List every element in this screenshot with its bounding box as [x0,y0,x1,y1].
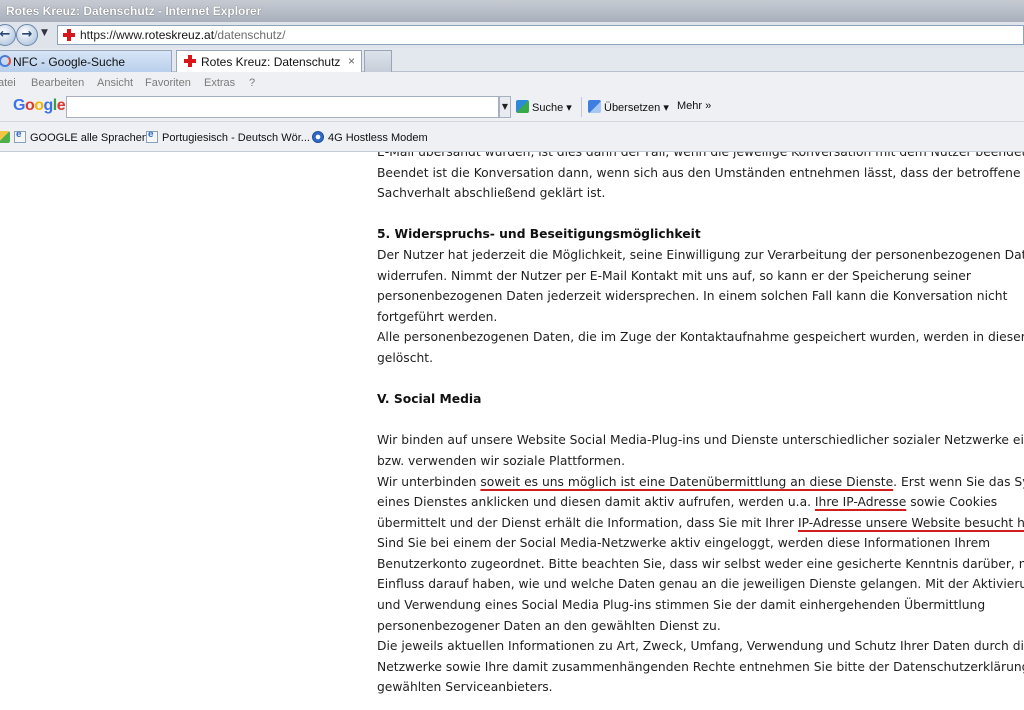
favorite-label: Portugiesisch - Deutsch Wör... [162,132,310,144]
red-underline-annotation: Ihre IP-Adresse [814,495,907,510]
history-dropdown-icon[interactable]: ▼ [41,28,48,38]
section-heading-social-media: V. Social Media [377,392,482,407]
menu-bar: atei Bearbeiten Ansicht Favoriten Extras… [0,72,1024,94]
forward-button[interactable]: → [16,24,38,46]
ie-page-icon [14,129,26,143]
red-underline-annotation: IP-Adresse unsere Website besucht haben. [797,515,1024,530]
tab-rotes-kreuz[interactable]: Rotes Kreuz: Datenschutz × [176,50,362,72]
privacy-article: E-Mail übersandt wurden, ist dies dann d… [377,142,1024,698]
section-heading-5: 5. Widerspruchs- und Beseitigungsmöglich… [377,227,701,242]
text-line-annotated: eines Dienstes anklicken und diesen dami… [377,492,1007,513]
google-search-icon [516,100,529,113]
text-line: Der Nutzer hat jederzeit die Möglichkeit… [377,247,1024,262]
translate-icon [588,100,601,113]
favorites-bar: GOOGLE alle Sprachen Portugiesisch - Deu… [0,122,1024,152]
suche-button[interactable]: Suche ▾ [516,100,572,114]
tab-google-search[interactable]: NFC - Google-Suche [0,50,172,72]
navigation-bar: ← → ▼ https://www.roteskreuz.at/datensch… [0,22,1024,48]
google-favicon-icon [0,55,11,67]
favorite-link[interactable]: GOOGLE alle Sprachen [14,129,149,144]
menu-item-favoriten[interactable]: Favoriten [145,77,191,89]
text-fragment: . Erst wenn Sie das Symbol [893,474,1024,489]
menu-item-ansicht[interactable]: Ansicht [97,77,133,89]
text-line: Einfluss darauf haben, wie und welche Da… [377,577,1024,592]
text-line: Beendet ist die Konversation dann, wenn … [377,165,1021,180]
text-line: personenbezogener Daten an den gewählten… [377,618,721,633]
favorite-label: 4G Hostless Modem [328,132,428,144]
tab-label: NFC - Google-Suche [13,55,126,69]
text-line-annotated: übermittelt und der Dienst erhält die In… [377,513,1024,534]
favorite-link[interactable]: 4G Hostless Modem [312,131,428,144]
text-line-annotated: Wir unterbinden soweit es uns möglich is… [377,472,1024,493]
chevron-down-icon[interactable]: ▼ [499,96,511,118]
toolbar-separator [581,97,582,117]
more-button[interactable]: Mehr » [677,100,711,112]
address-bar[interactable]: https://www.roteskreuz.at/datenschutz/ [57,25,1024,45]
favorite-label: GOOGLE alle Sprachen [30,132,149,144]
menu-item-help[interactable]: ? [249,77,255,89]
text-line: und Verwendung eines Social Media Plug-i… [377,598,986,613]
translate-label: Übersetzen [604,102,661,114]
red-cross-favicon-icon [62,28,76,42]
text-line: Alle personenbezogenen Daten, die im Zug… [377,330,1024,345]
text-line: Benutzerkonto zugeordnet. Bitte beachten… [377,556,1024,571]
browser-chrome: Rotes Kreuz: Datenschutz - Internet Expl… [0,0,1024,152]
tab-bar: NFC - Google-Suche Rotes Kreuz: Datensch… [0,48,1024,72]
text-line: Sind Sie bei einem der Social Media-Netz… [377,536,991,551]
red-cross-favicon-icon [183,54,197,68]
window-title: Rotes Kreuz: Datenschutz - Internet Expl… [0,0,1024,22]
close-icon[interactable]: × [348,54,355,68]
text-fragment: sowie Cookies [906,495,998,510]
translate-button[interactable]: Übersetzen ▾ [588,100,669,114]
text-line: Wir binden auf unsere Website Social Med… [377,433,1024,448]
text-line: bzw. verwenden wir soziale Plattformen. [377,453,626,468]
text-line: widerrufen. Nimmt der Nutzer per E-Mail … [377,268,971,283]
url-scheme: https://www. [80,28,145,42]
google-search-input[interactable] [66,96,499,118]
text-line: personenbezogenen Daten jederzeit widers… [377,289,1008,304]
text-fragment: eines Dienstes anklicken und diesen dami… [377,495,815,510]
url-path: /datenschutz/ [214,28,286,42]
text-fragment: übermittelt und der Dienst erhält die In… [377,515,798,530]
new-tab-button[interactable] [364,50,392,72]
text-line: Netzwerke sowie Ihre damit zusammenhänge… [377,659,1024,674]
text-line: fortgeführt werden. [377,309,498,324]
modem-icon [312,131,324,143]
add-favorite-icon[interactable] [0,131,10,143]
text-line: Die jeweils aktuellen Informationen zu A… [377,639,1024,654]
url-host: roteskreuz.at [144,28,215,42]
text-fragment: Wir unterbinden [377,474,481,489]
google-logo: Google [13,97,66,114]
text-line: gewählten Serviceanbieters. [377,680,553,695]
suche-label: Suche [532,102,564,114]
favorite-link[interactable]: Portugiesisch - Deutsch Wör... [146,129,310,144]
menu-item-bearbeiten[interactable]: Bearbeiten [31,77,84,89]
google-toolbar: Google ▼ Suche ▾ Übersetzen ▾ Mehr » [0,94,1024,122]
text-line: gelöscht. [377,350,434,365]
ie-page-icon [146,129,158,143]
tab-label: Rotes Kreuz: Datenschutz [201,55,341,69]
back-button[interactable]: ← [0,24,16,46]
menu-item-extras[interactable]: Extras [204,77,235,89]
page-content: E-Mail übersandt wurden, ist dies dann d… [0,142,1024,710]
text-line: Sachverhalt abschließend geklärt ist. [377,186,606,201]
menu-item-datei[interactable]: atei [0,77,16,89]
red-underline-annotation: soweit es uns möglich ist eine Datenüber… [480,474,894,489]
